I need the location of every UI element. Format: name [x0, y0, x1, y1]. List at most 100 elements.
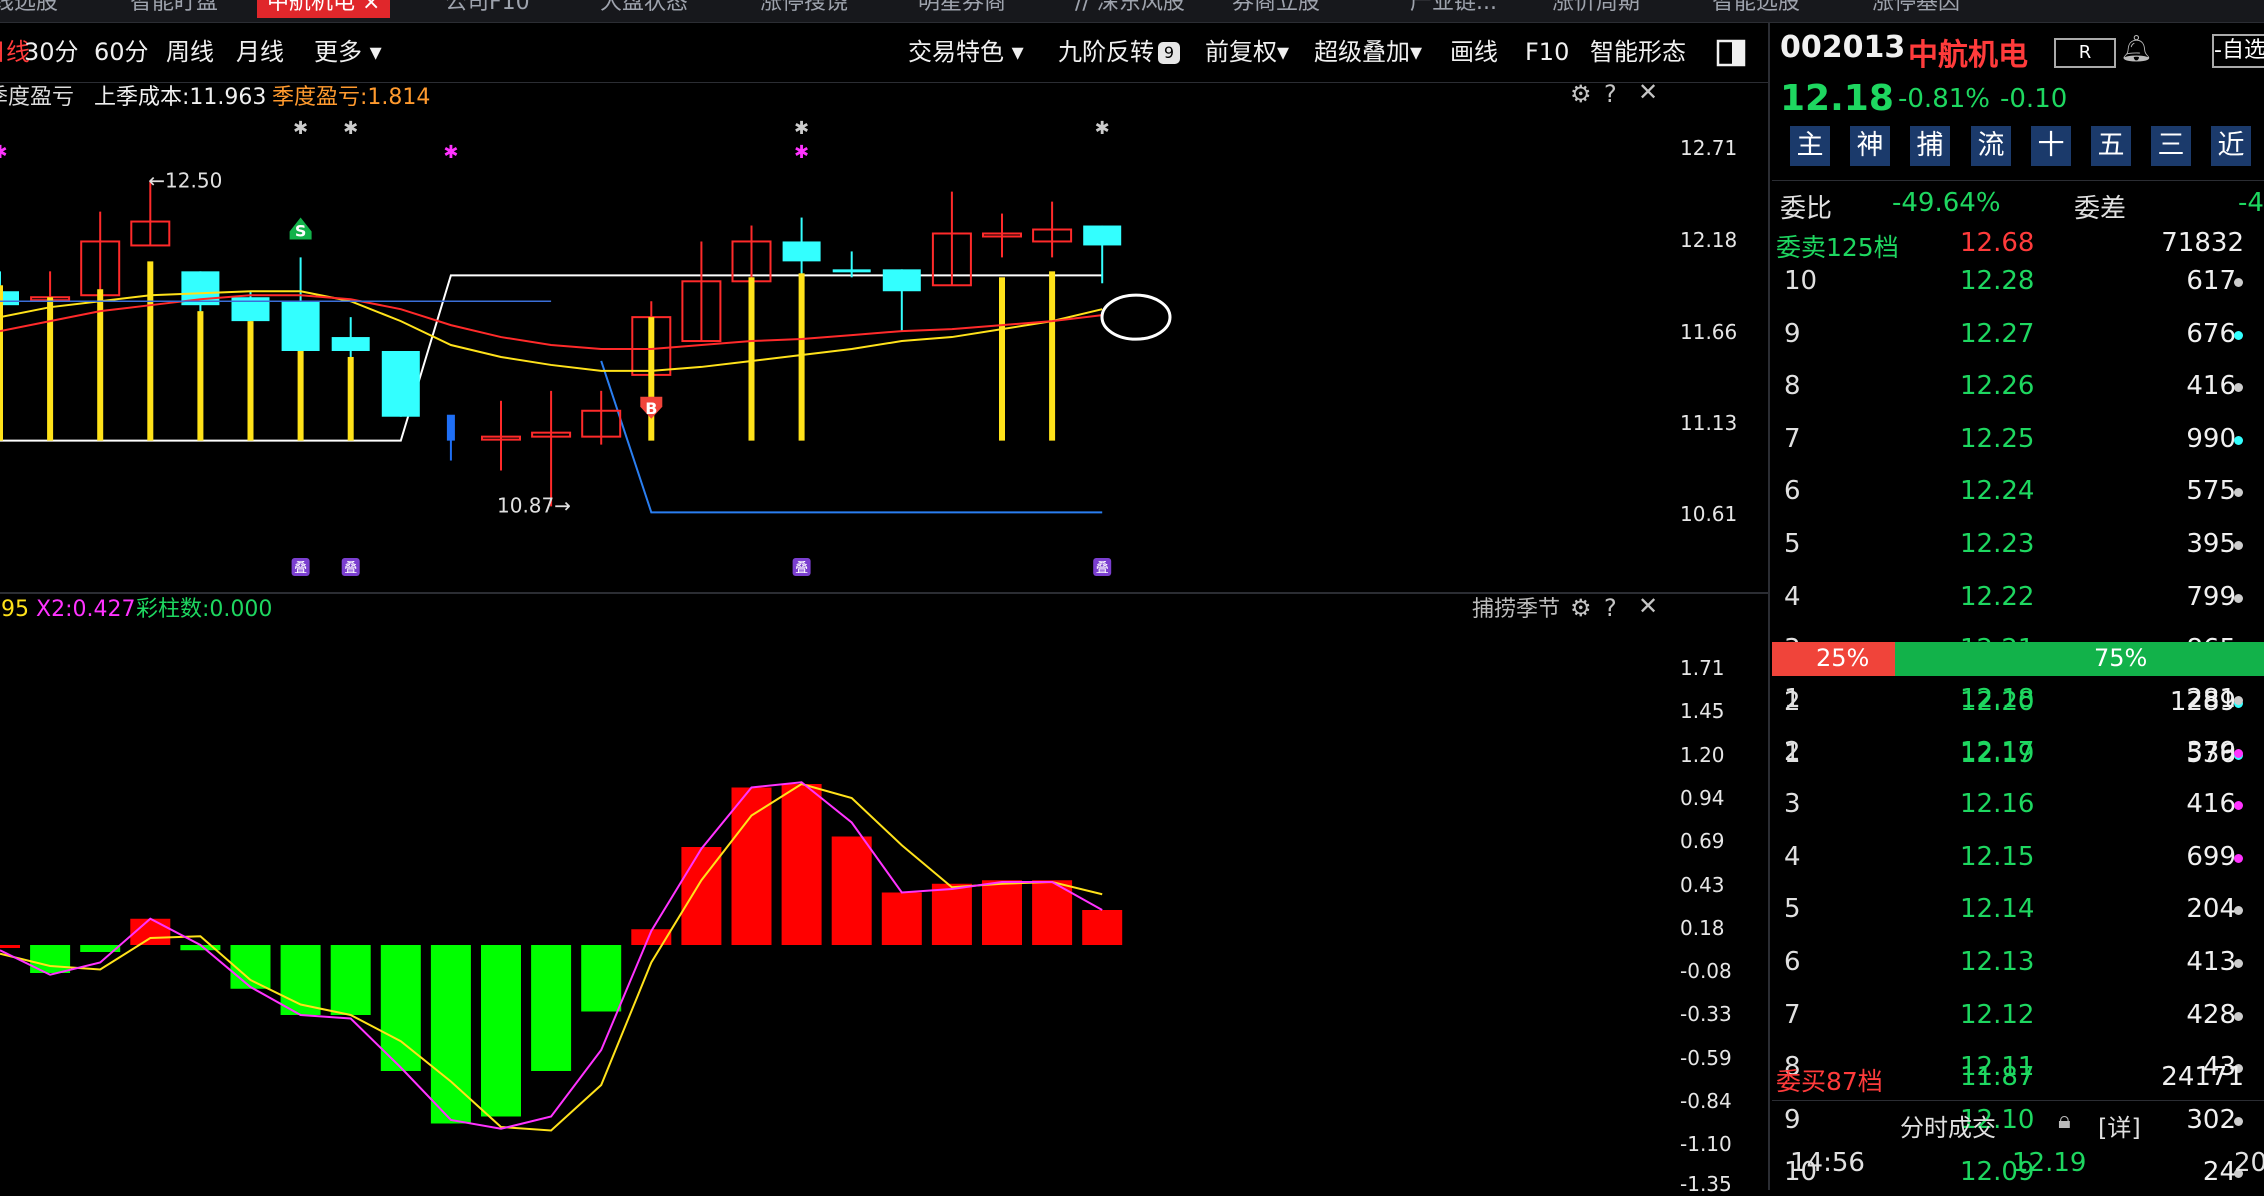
ask-level: 9 [1784, 318, 1801, 349]
ask-price[interactable]: 12.27 [1960, 319, 2034, 349]
tab-five[interactable]: 五 [2091, 126, 2131, 166]
bid-level: 2 [1784, 736, 1801, 767]
main-indicator-title: 季度盈亏 [0, 85, 75, 110]
bid-price[interactable]: 12.17 [1960, 737, 2034, 767]
settings-icon[interactable]: ⚙ [1570, 594, 1592, 622]
ticks-title: 分时成交 [1900, 1114, 1996, 1142]
period-60min-button[interactable]: 60分 [94, 22, 149, 82]
bid-price[interactable]: 12.12 [1960, 1000, 2034, 1030]
event-icon-label: 叠 [344, 561, 357, 576]
add-self-select-button[interactable]: -自选 [2212, 34, 2264, 68]
tab-ten[interactable]: 十 [2031, 126, 2071, 166]
tab-bu[interactable]: 捕 [1910, 126, 1950, 166]
bid-price[interactable]: 12.15 [1960, 842, 2034, 872]
tab-three[interactable]: 三 [2151, 126, 2191, 166]
bid-volume: 24 [2202, 1157, 2236, 1188]
y-tick: 0.18 [1680, 916, 1725, 940]
tab-item[interactable]: 明星券商 [918, 0, 1006, 18]
sub-indicator-title: 捕捞季节 [1472, 597, 1561, 622]
histogram-bar [330, 945, 371, 1015]
more-dropdown[interactable]: 更多 ▾ [314, 22, 382, 82]
close-icon[interactable]: × [362, 0, 380, 15]
divider [1772, 1100, 2264, 1101]
help-icon[interactable]: ? [1604, 80, 1617, 108]
histogram-bar [0, 945, 20, 948]
change-value: -0.10 [2000, 84, 2068, 114]
event-star-icon: ✱ [0, 142, 8, 163]
bid-price[interactable]: 12.18 [1960, 684, 2034, 714]
ratio-value: -49.64% [1892, 188, 2001, 218]
smart-pattern-button[interactable]: 智能形态 [1590, 22, 1686, 82]
tab-item[interactable]: 公司F10 [445, 0, 530, 18]
bid-price[interactable]: 12.13 [1960, 947, 2034, 977]
ask-price[interactable]: 12.23 [1960, 529, 2034, 559]
bid-volume: 379 [2186, 736, 2236, 767]
close-icon[interactable]: ✕ [1638, 78, 1658, 106]
bell-icon[interactable]: 🔔︎ [2120, 34, 2153, 64]
period-month-button[interactable]: 月线 [236, 22, 284, 82]
ask-volume: 990 [2186, 423, 2236, 454]
yellow-bar [47, 297, 54, 441]
candle-body [281, 301, 320, 351]
tab-item[interactable]: 智能选股 [1712, 0, 1800, 18]
buy-marker-label: B [645, 399, 657, 418]
tab-main[interactable]: 主 [1790, 126, 1830, 166]
sell-marker-label: S [295, 222, 307, 241]
tab-item[interactable]: 短线选股 [0, 0, 58, 18]
trade-features-dropdown[interactable]: 交易特色 ▾ [908, 22, 1024, 82]
panel-toggle-icon[interactable] [1716, 22, 1746, 82]
histogram-bar [931, 883, 972, 945]
draw-line-button[interactable]: 画线 [1450, 22, 1498, 82]
lock-icon[interactable]: 🔒︎ [2058, 1106, 2071, 1134]
f10-button[interactable]: F10 [1525, 22, 1569, 82]
tab-item[interactable]: 大盘状态 [600, 0, 688, 18]
tab-item-active[interactable]: 中航机电 × [257, 0, 391, 18]
tab-item[interactable]: 涨停基因 [1872, 0, 1960, 18]
tab-label: 中航机电 [267, 0, 356, 15]
bid-volume: 302 [2186, 1104, 2236, 1135]
settings-icon[interactable]: ⚙ [1570, 80, 1592, 108]
restore-dropdown[interactable]: 前复权▾ [1205, 22, 1289, 82]
help-icon[interactable]: ? [1604, 594, 1617, 622]
tab-item[interactable]: 产业链... [1410, 0, 1497, 18]
yellow-bar [347, 356, 354, 441]
ask-indicator-dot [2234, 278, 2243, 287]
period-30min-button[interactable]: 30分 [24, 22, 79, 82]
tab-liu[interactable]: 流 [1971, 126, 2011, 166]
y-tick: 0.94 [1680, 786, 1725, 810]
ratio-label: 委比 [1780, 194, 1833, 224]
tab-shen[interactable]: 神 [1850, 126, 1890, 166]
overlay-dropdown[interactable]: 超级叠加▾ [1314, 22, 1422, 82]
ask-price[interactable]: 12.22 [1960, 582, 2034, 612]
y-tick: 0.43 [1680, 873, 1725, 897]
candle-body [832, 269, 871, 273]
close-icon[interactable]: ✕ [1638, 592, 1658, 620]
tab-item[interactable]: 智能盯盘 [130, 0, 218, 18]
tab-item[interactable]: 券商立股 [1232, 0, 1320, 18]
ask-price[interactable]: 12.26 [1960, 371, 2034, 401]
bid-level: 7 [1784, 999, 1801, 1030]
candlestick-chart: ←12.50 10.87→ S B ✱ ✱ ✱ ✱ ✱ ✱ ✱ 叠 叠 叠 叠 [0, 118, 1172, 576]
tab-item[interactable]: 涨价周期 [1552, 0, 1640, 18]
tab-recent[interactable]: 近 [2211, 126, 2251, 166]
tab-item[interactable]: // 深东风股 [1075, 0, 1185, 18]
ask-price[interactable]: 12.28 [1960, 266, 2034, 296]
ask-price[interactable]: 12.25 [1960, 424, 2034, 454]
detail-link[interactable]: [详] [2098, 1108, 2141, 1143]
ask-price[interactable]: 12.24 [1960, 476, 2034, 506]
tab-item[interactable]: 涨停搜饶 [760, 0, 848, 18]
buy-level-label: 委买87档 [1776, 1067, 1883, 1096]
bid-price[interactable]: 12.14 [1960, 894, 2034, 924]
nine-reversal-button[interactable]: 九阶反转 9 [1058, 22, 1180, 82]
yellow-bar [798, 273, 805, 441]
bid-price[interactable]: 12.16 [1960, 789, 2034, 819]
sell-level-volume: 71832 [2161, 228, 2244, 258]
bars-count-label: 彩柱数:0.000 [136, 597, 273, 622]
event-star-icon: ✱ [293, 118, 308, 139]
y-tick: 11.13 [1680, 411, 1738, 435]
high-annotation: ←12.50 [148, 169, 222, 193]
ask-level: 6 [1784, 476, 1801, 507]
ask-volume: 395 [2186, 529, 2236, 559]
period-week-button[interactable]: 周线 [166, 22, 214, 82]
event-icon-label: 叠 [795, 561, 808, 576]
